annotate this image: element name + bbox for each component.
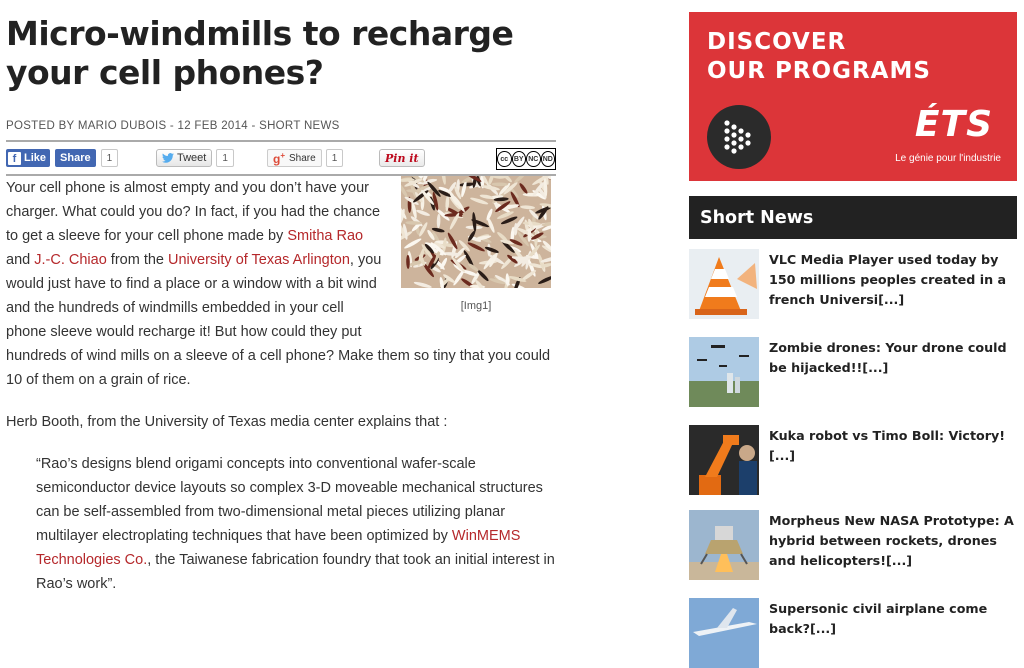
short-news-heading: Short News xyxy=(689,196,1017,239)
category-link[interactable]: SHORT NEWS xyxy=(259,120,340,132)
google-plus-count: 1 xyxy=(325,149,344,167)
article-title: Micro-windmills to recharge your cell ph… xyxy=(6,14,514,92)
cc-icon: cc xyxy=(497,151,512,167)
article-figure: [Img1] xyxy=(401,176,551,318)
google-plus-widget: g+ Share 1 xyxy=(267,149,344,167)
text-run: and xyxy=(6,252,35,268)
short-news-list: VLC Media Player used today by 150 milli… xyxy=(689,249,1017,668)
meta-separator: - xyxy=(166,120,178,132)
link-jc-chiao[interactable]: J.-C. Chiao xyxy=(34,252,107,268)
news-item[interactable]: Morpheus New NASA Prototype: A hybrid be… xyxy=(689,510,1017,580)
programs-ad-banner[interactable]: DISCOVER OUR PROGRAMS ÉTS Le génie pour … xyxy=(689,12,1017,181)
author-link[interactable]: MARIO DUBOIS xyxy=(78,120,167,132)
ad-headline: DISCOVER OUR PROGRAMS xyxy=(707,28,931,86)
news-item[interactable]: Kuka robot vs Timo Boll: Victory![...] xyxy=(689,425,1017,495)
facebook-share-label: Share xyxy=(60,152,91,164)
ad-tagline: Le génie pour l'industrie xyxy=(895,153,1001,164)
sidebar: DISCOVER OUR PROGRAMS ÉTS Le génie pour … xyxy=(689,12,1017,668)
google-plus-label: Share xyxy=(289,152,316,164)
ets-logo: ÉTS xyxy=(914,104,993,145)
quote: “Rao’s designs blend origami concepts in… xyxy=(36,452,556,596)
post-meta: POSTED BY MARIO DUBOIS - 12 FEB 2014 - S… xyxy=(6,120,556,132)
drones-thumbnail[interactable] xyxy=(689,337,759,407)
dotted-arrow-shape xyxy=(724,120,751,154)
lander-thumbnail[interactable] xyxy=(689,510,759,580)
link-smitha-rao[interactable]: Smitha Rao xyxy=(287,228,363,244)
news-item[interactable]: Supersonic civil airplane come back?[...… xyxy=(689,598,1017,668)
news-title[interactable]: VLC Media Player used today by 150 milli… xyxy=(769,250,1019,310)
article: Micro-windmills to recharge your cell ph… xyxy=(6,0,556,596)
rice-grains-illustration xyxy=(401,176,551,288)
cc-nd-icon: ND xyxy=(540,151,555,167)
posted-by-label: POSTED BY xyxy=(6,120,75,132)
facebook-share-button[interactable]: Share xyxy=(55,149,96,167)
share-bar: f Like Share 1 Tweet 1 g+ Share 1 Pin it xyxy=(6,140,556,176)
figure-caption: [Img1] xyxy=(460,300,492,312)
twitter-widget: Tweet 1 xyxy=(156,149,234,167)
ad-line-2: OUR PROGRAMS xyxy=(707,58,931,84)
robot-arm-thumbnail[interactable] xyxy=(689,425,759,495)
facebook-count: 1 xyxy=(100,149,119,167)
news-item[interactable]: Zombie drones: Your drone could be hijac… xyxy=(689,337,1017,407)
airplane-thumbnail[interactable] xyxy=(689,598,759,668)
tweet-label: Tweet xyxy=(177,152,207,164)
text-run: from the xyxy=(106,252,169,268)
article-body: [Img1] Your cell phone is almost empty a… xyxy=(6,176,556,596)
tweet-count: 1 xyxy=(216,149,234,167)
facebook-like-button[interactable]: f Like xyxy=(6,149,51,167)
news-title[interactable]: Supersonic civil airplane come back?[...… xyxy=(769,599,1019,639)
google-plus-icon: g+ xyxy=(273,150,286,166)
post-date: 12 FEB 2014 xyxy=(177,120,248,132)
cc-nc-icon: NC xyxy=(526,151,541,167)
news-title[interactable]: Morpheus New NASA Prototype: A hybrid be… xyxy=(769,511,1019,571)
facebook-widget: f Like Share 1 xyxy=(6,149,119,167)
creative-commons-license-icon[interactable]: cc BY NC ND xyxy=(496,148,556,170)
link-university-of-texas-arlington[interactable]: University of Texas Arlington xyxy=(168,252,350,268)
news-title[interactable]: Kuka robot vs Timo Boll: Victory![...] xyxy=(769,426,1019,466)
pinterest-widget: Pin it xyxy=(379,149,425,167)
pin-it-button[interactable]: Pin it xyxy=(379,149,425,167)
facebook-icon: f xyxy=(8,151,21,165)
news-item[interactable]: VLC Media Player used today by 150 milli… xyxy=(689,249,1017,319)
facebook-like-label: Like xyxy=(24,152,47,164)
google-plus-share-button[interactable]: g+ Share xyxy=(267,149,322,167)
news-title[interactable]: Zombie drones: Your drone could be hijac… xyxy=(769,338,1019,378)
meta-separator: - xyxy=(247,120,260,132)
cc-by-icon: BY xyxy=(511,151,526,167)
vlc-cone-thumbnail[interactable] xyxy=(689,249,759,319)
rice-grains-image xyxy=(401,176,551,288)
tweet-button[interactable]: Tweet xyxy=(156,149,213,167)
arrow-dots-icon xyxy=(707,105,771,169)
twitter-bird-icon xyxy=(162,153,174,163)
ad-line-1: DISCOVER xyxy=(707,29,847,55)
paragraph-2: Herb Booth, from the University of Texas… xyxy=(6,414,448,430)
